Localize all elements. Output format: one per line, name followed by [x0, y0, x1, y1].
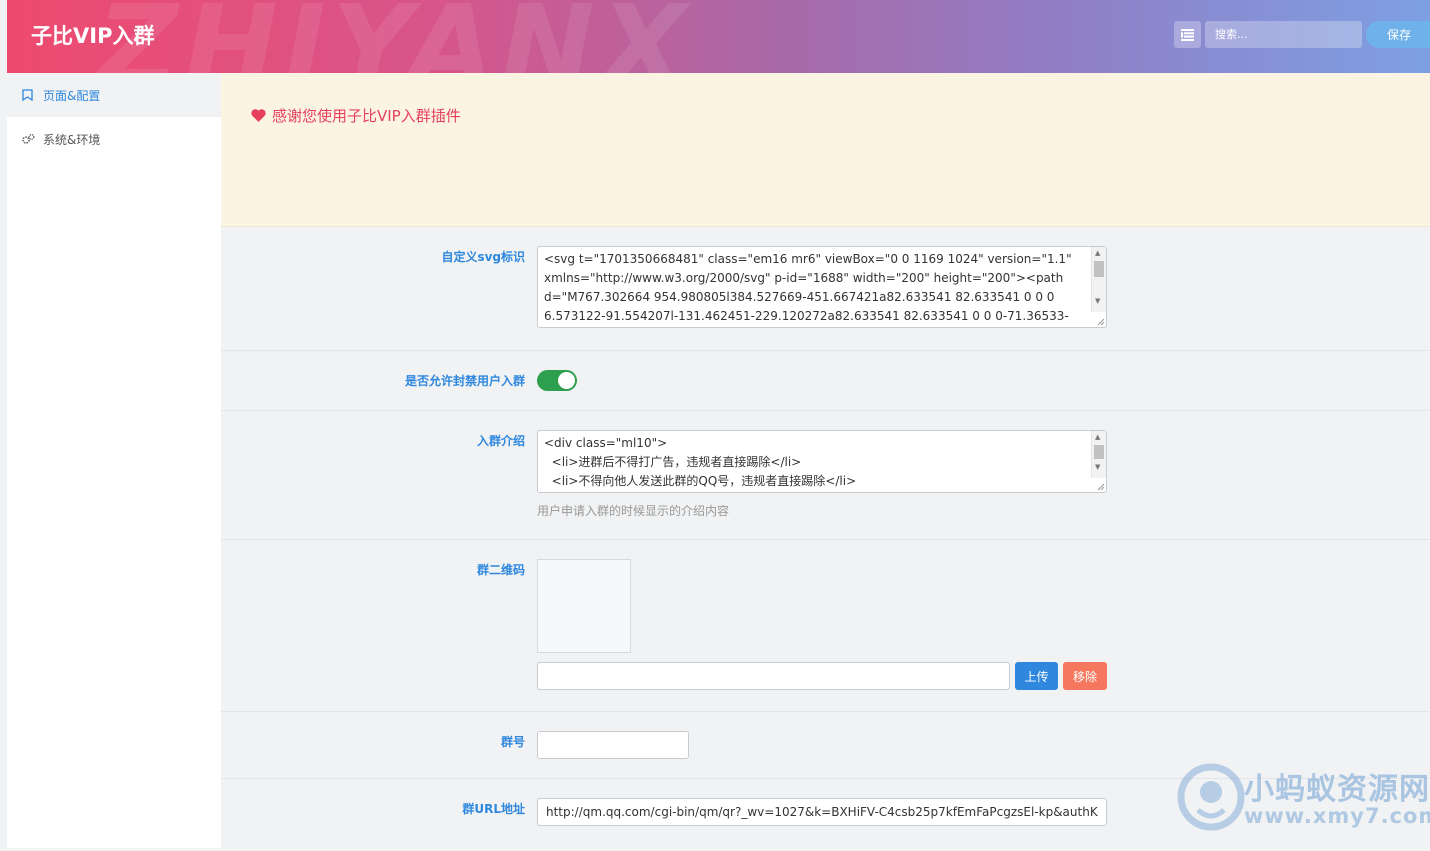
- menu-list-icon: [1181, 28, 1194, 41]
- ban-toggle-switch[interactable]: [537, 370, 577, 391]
- upload-button[interactable]: 上传: [1015, 662, 1058, 690]
- save-button[interactable]: 保存: [1366, 21, 1430, 48]
- group-intro-label: 入群介绍: [476, 434, 525, 448]
- intro-textarea-scrollbar[interactable]: ▲ ▼: [1091, 431, 1106, 478]
- scroll-up-arrow-icon[interactable]: ▲: [1095, 249, 1100, 257]
- resize-grip-icon[interactable]: [1097, 318, 1105, 326]
- group-intro-hint: 用户申请入群的时候显示的介绍内容: [537, 504, 730, 518]
- sidebar-item-system-env[interactable]: 系统&环境: [7, 117, 221, 161]
- main-content: 感谢您使用子比VIP入群插件 自定义svg标识 <svg t="17013506…: [221, 73, 1430, 848]
- top-header: ZHIYANX 子比VIP入群 保存: [7, 0, 1430, 73]
- svg-identifier-label: 自定义svg标识: [441, 250, 525, 264]
- scroll-down-arrow-icon[interactable]: ▼: [1095, 463, 1100, 471]
- svg-textarea-scrollbar[interactable]: ▲ ▼: [1091, 247, 1106, 312]
- svg-identifier-textarea[interactable]: <svg t="1701350668481" class="em16 mr6" …: [537, 246, 1107, 328]
- scrollbar-thumb[interactable]: [1094, 261, 1104, 277]
- notice-banner: 感谢您使用子比VIP入群插件: [221, 73, 1430, 227]
- sidebar-item-page-config[interactable]: 页面&配置: [7, 73, 221, 117]
- qrcode-url-input[interactable]: [537, 662, 1010, 690]
- group-number-row: 群号: [221, 712, 1430, 779]
- search-input[interactable]: [1205, 21, 1362, 48]
- app-title: 子比VIP入群: [31, 24, 155, 48]
- scrollbar-thumb[interactable]: [1094, 445, 1104, 459]
- toggle-knob: [558, 372, 575, 389]
- sidebar-item-label: 系统&环境: [43, 132, 101, 147]
- header-watermark: ZHIYANX: [97, 0, 693, 73]
- bookmark-icon: [22, 89, 35, 102]
- ban-toggle-label: 是否允许封禁用户入群: [404, 374, 525, 388]
- qrcode-preview: [537, 559, 631, 653]
- qrcode-row: 群二维码 上传 移除: [221, 540, 1430, 712]
- ban-toggle-row: 是否允许封禁用户入群: [221, 351, 1430, 411]
- heart-icon: [251, 109, 266, 122]
- group-url-input[interactable]: [537, 798, 1107, 826]
- menu-button[interactable]: [1174, 21, 1201, 48]
- notice-text: 感谢您使用子比VIP入群插件: [272, 107, 461, 125]
- sidebar-item-label: 页面&配置: [43, 88, 101, 103]
- svg-identifier-row: 自定义svg标识 <svg t="1701350668481" class="e…: [221, 227, 1430, 351]
- qrcode-label: 群二维码: [476, 563, 525, 577]
- group-intro-row: 入群介绍 <div class="ml10"> <li>进群后不得打广告，违规者…: [221, 411, 1430, 540]
- sidebar: 页面&配置 系统&环境: [7, 73, 221, 848]
- scroll-up-arrow-icon[interactable]: ▲: [1095, 433, 1100, 441]
- group-url-row: 群URL地址: [221, 779, 1430, 851]
- group-number-label: 群号: [500, 735, 525, 749]
- page: ZHIYANX 子比VIP入群 保存 页面&配置: [7, 0, 1430, 848]
- group-url-label: 群URL地址: [462, 802, 525, 816]
- group-number-input[interactable]: [537, 731, 689, 759]
- group-intro-textarea[interactable]: <div class="ml10"> <li>进群后不得打广告，违规者直接踢除<…: [537, 430, 1107, 493]
- gears-icon: [22, 133, 35, 146]
- remove-button[interactable]: 移除: [1063, 662, 1107, 690]
- scroll-down-arrow-icon[interactable]: ▼: [1095, 297, 1100, 305]
- resize-grip-icon[interactable]: [1097, 483, 1105, 491]
